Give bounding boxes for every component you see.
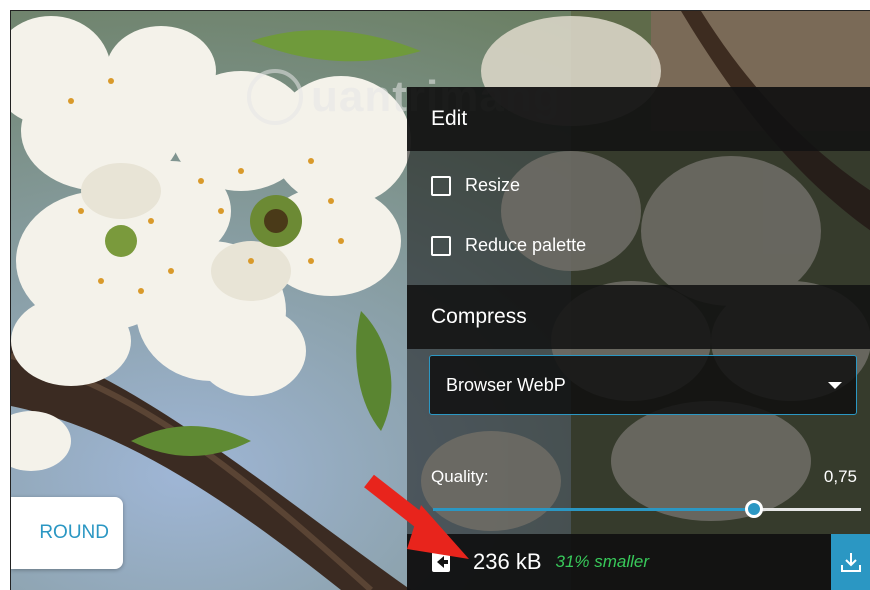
resize-label: Resize	[465, 175, 521, 195]
edit-section-header: Edit	[407, 87, 870, 151]
compress-title: Compress	[431, 305, 527, 328]
quality-slider-thumb[interactable]	[745, 500, 763, 518]
resize-checkbox[interactable]	[431, 175, 451, 196]
reduce-palette-option[interactable]: Reduce palette	[431, 235, 586, 256]
quality-value: 0,75	[823, 467, 857, 486]
app-window: uantrimang ROUND Edit Resize Reduce pale…	[10, 10, 870, 590]
edit-title: Edit	[431, 107, 468, 130]
compression-method-value: Browser WebP	[446, 374, 566, 395]
result-savings: 31% smaller	[555, 552, 650, 571]
compress-section-header: Compress	[407, 285, 870, 349]
background-toggle-label: ROUND	[39, 522, 109, 543]
background-toggle-button[interactable]: ROUND	[11, 497, 123, 569]
chevron-down-icon	[828, 381, 842, 389]
download-button[interactable]	[831, 534, 870, 590]
reduce-palette-label: Reduce palette	[465, 235, 587, 255]
download-icon	[841, 553, 861, 572]
resize-option[interactable]: Resize	[431, 175, 520, 196]
result-size: 236 kB	[473, 549, 542, 574]
compression-method-select[interactable]: Browser WebP	[429, 355, 857, 415]
quality-slider-fill	[433, 508, 754, 511]
annotation-arrow	[364, 474, 469, 559]
quality-slider[interactable]	[433, 499, 861, 519]
reduce-palette-checkbox[interactable]	[431, 235, 451, 256]
